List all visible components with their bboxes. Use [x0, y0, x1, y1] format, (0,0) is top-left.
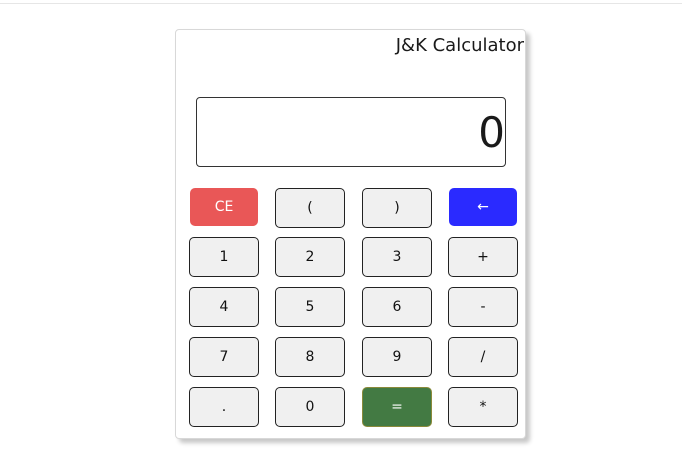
calculator-display: 0 [196, 97, 506, 167]
digit-5-button[interactable]: 5 [275, 287, 345, 327]
digit-4-button[interactable]: 4 [189, 287, 259, 327]
divide-button[interactable]: / [448, 337, 518, 377]
digit-0-button[interactable]: 0 [275, 387, 345, 427]
clear-entry-button[interactable]: CE [190, 188, 258, 226]
calculator-panel: J&K Calculator 0 CE ( ) ← 1 2 3 + 4 5 6 … [175, 29, 526, 439]
digit-9-button[interactable]: 9 [362, 337, 432, 377]
decimal-point-button[interactable]: . [189, 387, 259, 427]
digit-1-button[interactable]: 1 [189, 237, 259, 277]
digit-2-button[interactable]: 2 [275, 237, 345, 277]
minus-button[interactable]: - [448, 287, 518, 327]
backspace-button[interactable]: ← [449, 188, 517, 226]
open-paren-button[interactable]: ( [275, 188, 345, 228]
digit-6-button[interactable]: 6 [362, 287, 432, 327]
page-top-divider [0, 3, 682, 4]
digit-7-button[interactable]: 7 [189, 337, 259, 377]
digit-8-button[interactable]: 8 [275, 337, 345, 377]
close-paren-button[interactable]: ) [362, 188, 432, 228]
equals-button[interactable]: = [362, 387, 432, 427]
multiply-button[interactable]: * [448, 387, 518, 427]
calculator-title: J&K Calculator [395, 35, 524, 56]
plus-button[interactable]: + [448, 237, 518, 277]
digit-3-button[interactable]: 3 [362, 237, 432, 277]
